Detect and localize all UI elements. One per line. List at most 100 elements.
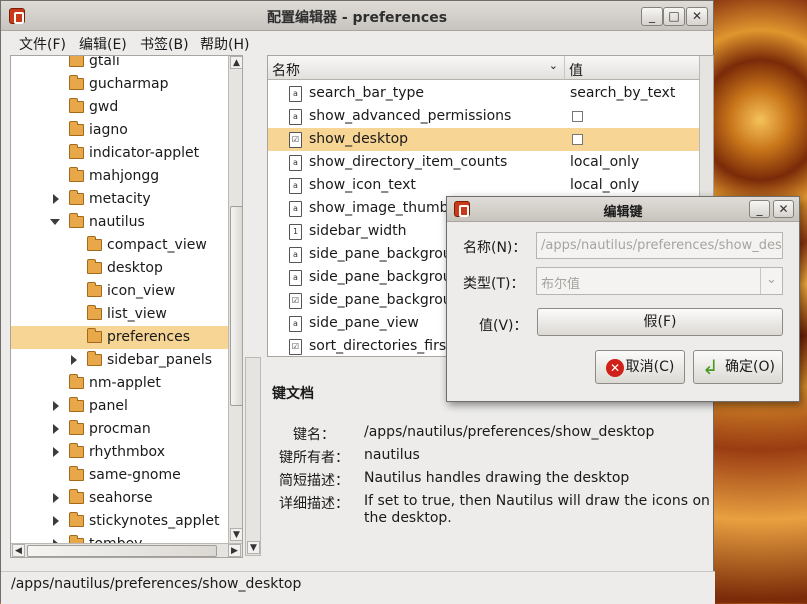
scroll-right-arrow-icon[interactable]: ▶ [228,544,241,557]
dialog-type-select[interactable]: 布尔值 ⌄ [536,267,783,295]
key-value[interactable]: search_by_text [570,85,675,101]
doc-long-label: 详细描述： [279,496,349,512]
cancel-icon: ✕ [606,359,624,377]
tree-item[interactable]: list_view [11,303,242,326]
tree-item[interactable]: metacity [11,188,242,211]
tree-item[interactable]: nm-applet [11,372,242,395]
tree-item-label: procman [89,421,151,437]
enter-arrow-icon: ↲ [702,355,719,379]
tree-item[interactable]: compact_view [11,234,242,257]
tree-item[interactable]: same-gnome [11,464,242,487]
dialog-type-label: 类型(T)： [463,276,525,292]
expander-right-icon[interactable] [53,516,59,526]
tree-item-label: desktop [107,260,163,276]
key-value[interactable]: local_only [570,177,639,193]
key-row[interactable]: a search_bar_type search_by_text [268,82,713,105]
scroll-up-arrow-icon[interactable]: ▲ [230,56,242,69]
key-type-icon: a [289,247,302,263]
column-header-value[interactable]: 值 [565,56,713,80]
maximize-button[interactable]: □ [663,7,685,26]
scroll-left-arrow-icon[interactable]: ◀ [12,544,25,557]
expander-down-icon[interactable] [50,219,60,225]
folder-icon [69,190,84,205]
key-row[interactable]: ☑ show_desktop [268,128,713,151]
tree-item[interactable]: preferences [11,326,242,349]
scroll-down-arrow-icon[interactable]: ▼ [247,541,260,554]
expander-right-icon[interactable] [71,355,77,365]
tree-item-label: metacity [89,191,151,207]
tree-item[interactable]: gtali [11,56,242,73]
key-name: show_desktop [309,131,409,147]
edit-key-dialog: 编辑键 _ ✕ 名称(N)： /apps/nautilus/preference… [446,196,800,402]
key-name: show_advanced_permissions [309,108,512,124]
dialog-close-button[interactable]: ✕ [773,200,794,218]
close-button[interactable]: ✕ [686,7,708,26]
folder-icon [69,466,84,481]
cancel-label: 取消(C) [625,359,675,375]
dialog-value-toggle[interactable]: 假(F) [537,308,783,336]
column-name-label: 名称 [272,63,300,79]
tree-item[interactable]: stickynotes_applet [11,510,242,533]
tree-item[interactable]: mahjongg [11,165,242,188]
menu-edit[interactable]: 编辑(E) [79,34,127,54]
folder-icon [87,236,102,251]
column-value-label: 值 [569,63,583,79]
key-name: side_pane_backgrour [309,269,458,285]
folder-icon [69,98,84,113]
folder-icon [69,420,84,435]
key-row[interactable]: a show_advanced_permissions [268,105,713,128]
tree-item[interactable]: gucharmap [11,73,242,96]
tree-item[interactable]: panel [11,395,242,418]
folder-icon [69,213,84,228]
tree-item[interactable]: desktop [11,257,242,280]
minimize-button[interactable]: _ [641,7,663,26]
expander-right-icon[interactable] [53,424,59,434]
tree-horizontal-scrollbar[interactable]: ◀ ▶ [11,543,242,557]
dialog-minimize-button[interactable]: _ [749,200,770,218]
tree-item[interactable]: seahorse [11,487,242,510]
expander-right-icon[interactable] [53,194,59,204]
doc-vertical-scrollbar[interactable]: ▼ [245,357,261,556]
tree-item-label: same-gnome [89,467,181,483]
folder-icon [87,328,102,343]
tree-item[interactable]: indicator-applet [11,142,242,165]
tree-item[interactable]: gwd [11,96,242,119]
column-header-name[interactable]: 名称 ⌄ [268,56,565,80]
key-row[interactable]: a show_icon_text local_only [268,174,713,197]
tree-item[interactable]: icon_view [11,280,242,303]
status-bar: /apps/nautilus/preferences/show_desktop [1,571,715,604]
menu-bookmarks[interactable]: 书签(B) [140,34,189,54]
chevron-down-icon: ⌄ [760,268,782,294]
expander-right-icon[interactable] [53,401,59,411]
ok-button[interactable]: ↲ 确定(O) [693,350,783,384]
key-value[interactable]: local_only [570,154,639,170]
cancel-button[interactable]: ✕ 取消(C) [595,350,685,384]
key-row[interactable]: a show_directory_item_counts local_only [268,151,713,174]
key-name: side_pane_backgrour [309,246,458,262]
scroll-down-arrow-icon[interactable]: ▼ [230,528,242,541]
menu-file[interactable]: 文件(F) [19,34,66,54]
folder-icon [87,351,102,366]
tree-scroll-thumb[interactable] [230,206,242,406]
chevron-down-icon: ⌄ [548,59,558,72]
tree-item[interactable]: rhythmbox [11,441,242,464]
value-checkbox[interactable] [572,134,583,145]
dialog-title-bar[interactable]: 编辑键 _ ✕ [447,197,799,222]
tree-item[interactable]: sidebar_panels [11,349,242,372]
key-type-icon: ☑ [289,132,302,148]
tree-item[interactable]: nautilus [11,211,242,234]
value-checkbox[interactable] [572,111,583,122]
tree-item[interactable]: iagno [11,119,242,142]
folder-icon [69,374,84,389]
tree-vertical-scrollbar[interactable]: ▲ ▼ [228,56,242,543]
dialog-name-field[interactable]: /apps/nautilus/preferences/show_desk [536,232,783,259]
key-type-icon: a [289,201,302,217]
expander-right-icon[interactable] [53,447,59,457]
key-type-icon: a [289,86,302,102]
key-tree[interactable]: gtali gucharmap gwd iagno indicator-applet ma… [10,55,243,558]
expander-right-icon[interactable] [53,493,59,503]
tree-item[interactable]: procman [11,418,242,441]
tree-hscroll-thumb[interactable] [27,545,217,557]
menu-help[interactable]: 帮助(H) [200,34,249,54]
title-bar[interactable]: 配置编辑器 - preferences _ □ ✕ [1,1,713,31]
